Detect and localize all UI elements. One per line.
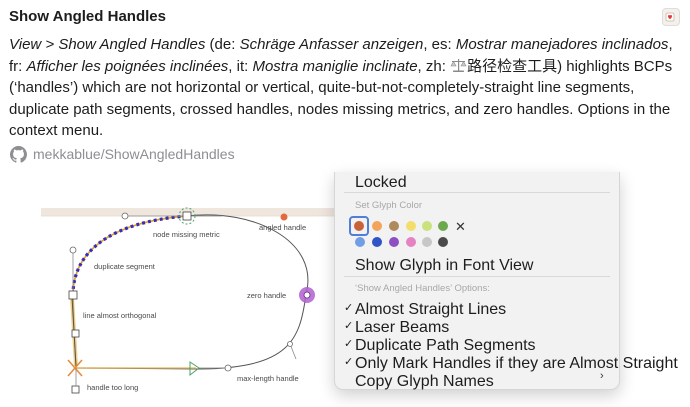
color-swatch-brown[interactable]: [389, 221, 399, 231]
color-swatch-orange[interactable]: [372, 221, 382, 231]
menu-item-only-mark-almost-straight[interactable]: Only Mark Handles if they are Almost Str…: [355, 355, 678, 373]
scales-icon: [450, 58, 467, 73]
menu-separator: [344, 276, 610, 277]
label-zero-handle: zero handle: [247, 291, 287, 300]
angled-handle-marker: [280, 213, 288, 221]
repo-link[interactable]: mekkablue/ShowAngledHandles: [10, 145, 235, 163]
label-line-almost-orthogonal: line almost orthogonal: [83, 311, 157, 320]
checkmark-icon: ✓: [344, 302, 354, 314]
menu-item-laser-beams[interactable]: Laser Beams: [355, 319, 449, 337]
menu-item-locked[interactable]: Locked: [355, 174, 407, 192]
label-handle-too-long: handle too long: [87, 383, 139, 392]
checkmark-icon: ✓: [344, 356, 354, 368]
menu-separator: [344, 192, 610, 193]
color-swatch-green[interactable]: [438, 221, 448, 231]
color-swatch-darkgray[interactable]: [438, 237, 448, 247]
coffee-heart-icon[interactable]: [662, 8, 680, 26]
checkmark-icon: ✓: [344, 320, 354, 332]
color-swatch-red[interactable]: [354, 221, 364, 231]
color-swatch-purple[interactable]: [389, 237, 399, 247]
color-swatch-darkblue[interactable]: [372, 237, 382, 247]
handle-point: [121, 212, 129, 220]
menu-header-set-glyph-color: Set Glyph Color: [355, 200, 423, 211]
italian-name: Mostra maniglie inclinate: [252, 57, 418, 75]
label-duplicate-segment: duplicate segment: [94, 262, 155, 271]
label-node-missing-metric: node missing metric: [153, 230, 220, 239]
menu-header-options: ‘Show Angled Handles’ Options:: [355, 283, 490, 294]
menu-item-copy-glyph-names[interactable]: Copy Glyph Names: [355, 373, 494, 391]
menu-item-almost-straight-lines[interactable]: Almost Straight Lines: [355, 301, 506, 319]
checkmark-icon: ✓: [344, 338, 354, 350]
menu-item-show-in-font-view[interactable]: Show Glyph in Font View: [355, 257, 533, 275]
close-icon[interactable]: ✕: [455, 219, 466, 235]
color-swatch-lightgray[interactable]: [422, 237, 432, 247]
color-swatch-yellow[interactable]: [406, 221, 416, 231]
chevron-right-icon: ›: [600, 370, 604, 382]
color-swatch-lightgreen[interactable]: [422, 221, 432, 231]
page-title: Show Angled Handles: [9, 8, 166, 25]
color-swatch-lightblue[interactable]: [355, 237, 365, 247]
handle-point: [69, 246, 77, 254]
repo-name: mekkablue/ShowAngledHandles: [33, 146, 235, 162]
label-max-length-handle: max-length handle: [237, 374, 299, 383]
german-name: Schräge Anfasser anzeigen: [239, 36, 424, 53]
french-name: Afficher les poignées inclinées: [26, 57, 229, 75]
menu-item-duplicate-path-segments[interactable]: Duplicate Path Segments: [355, 337, 536, 355]
color-swatch-pink[interactable]: [406, 237, 416, 247]
github-icon: [10, 145, 27, 163]
label-angled-handle: angled handle: [259, 223, 307, 232]
menu-path: View > Show Angled Handles: [9, 36, 206, 53]
spanish-name: Mostrar manejadores inclinados: [455, 36, 669, 53]
plugin-description: View > Show Angled Handles (de: Schräge …: [9, 36, 673, 139]
chinese-name: 路径检查工具: [467, 57, 558, 75]
